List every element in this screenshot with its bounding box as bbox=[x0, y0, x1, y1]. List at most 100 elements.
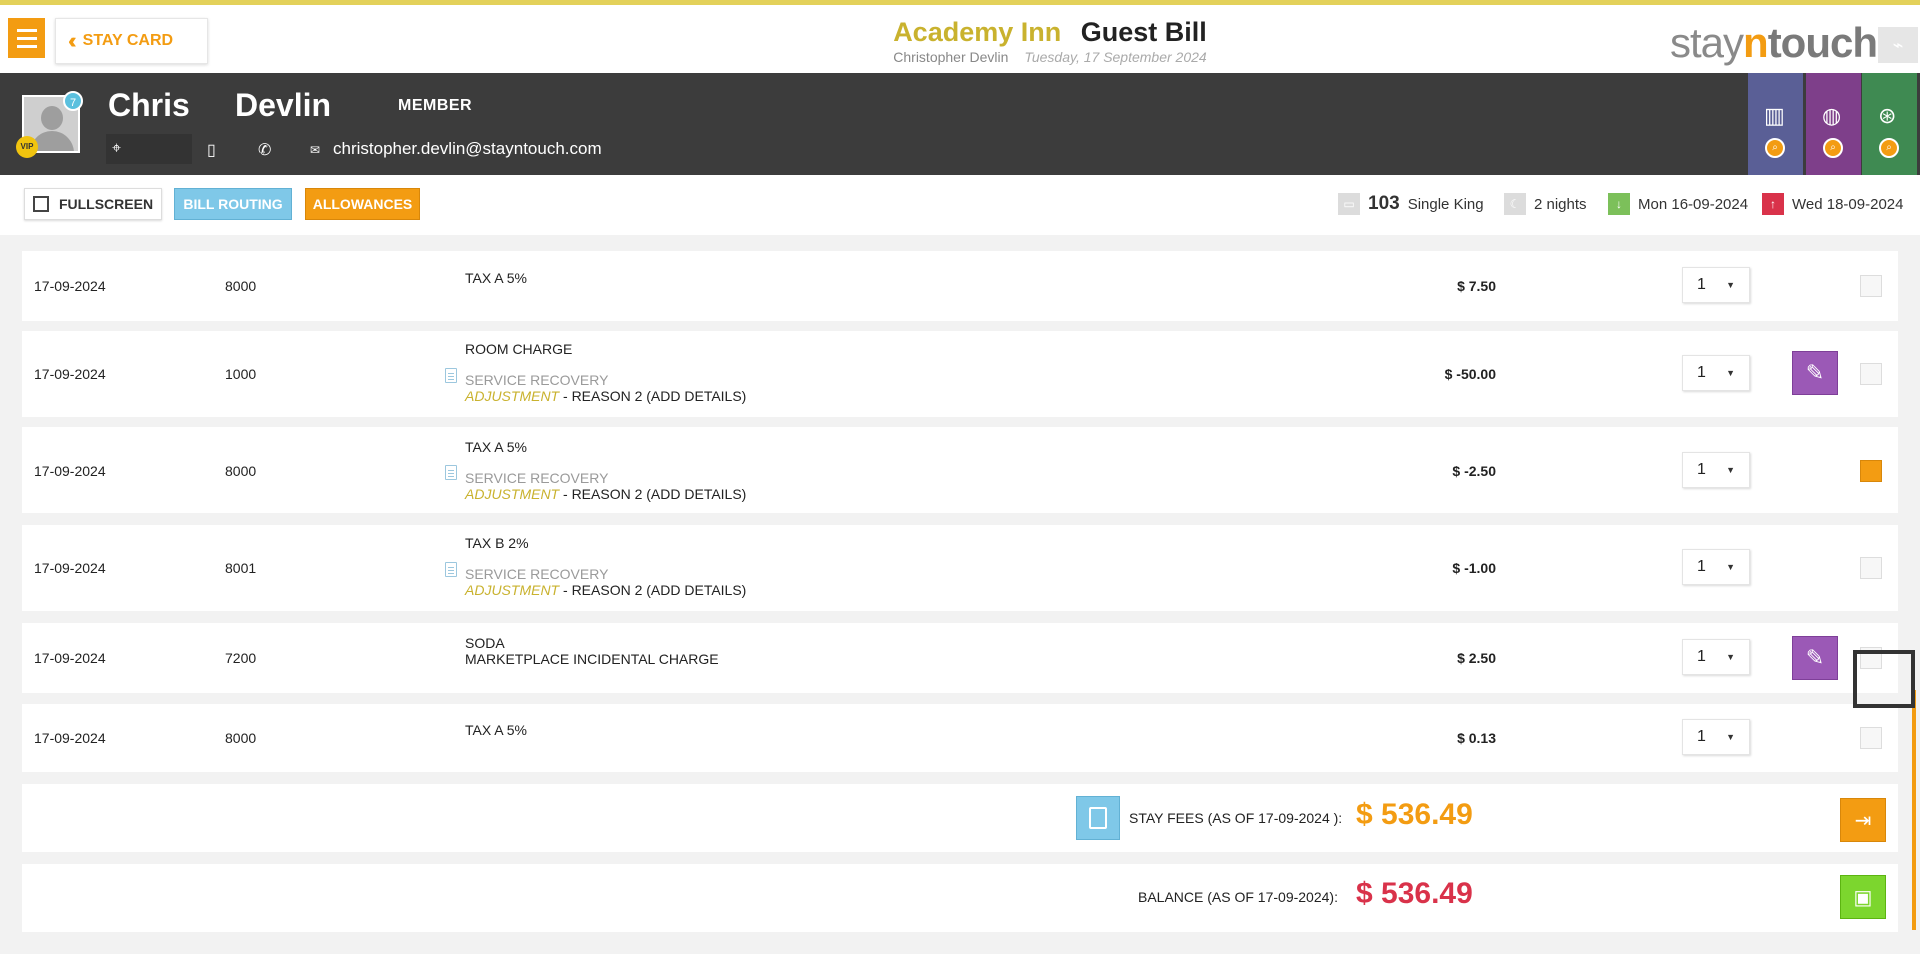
transaction-subdescription: MARKETPLACE INCIDENTAL CHARGE bbox=[465, 651, 719, 667]
caret-down-icon: ▼ bbox=[1726, 732, 1735, 742]
row-checkbox[interactable] bbox=[1860, 363, 1882, 385]
avatar-count-badge: 7 bbox=[63, 91, 83, 111]
adjustment-label: ADJUSTMENT bbox=[465, 486, 560, 502]
caret-down-icon: ▼ bbox=[1726, 562, 1735, 572]
edit-charge-button[interactable]: ✎ bbox=[1792, 636, 1838, 680]
transaction-date: 17-09-2024 bbox=[34, 730, 106, 746]
quantity-select[interactable]: 1 ▼ bbox=[1682, 355, 1750, 391]
mobile-phone-icon[interactable]: ▯ bbox=[207, 140, 216, 160]
tab-company[interactable]: ▥ ⌕ bbox=[1748, 73, 1803, 175]
bill-routing-button[interactable]: BILL ROUTING bbox=[174, 188, 292, 220]
charge-code: 8000 bbox=[225, 463, 257, 479]
guest-first-name[interactable]: Chris bbox=[108, 87, 190, 124]
receipt-icon[interactable] bbox=[1076, 796, 1120, 840]
transaction-description: TAX A 5% bbox=[465, 270, 527, 286]
stay-card-back-button[interactable]: ‹‹ STAY CARD bbox=[55, 18, 208, 64]
row-checkbox[interactable] bbox=[1860, 460, 1882, 482]
departure-info: ↑ Wed 18-09-2024 bbox=[1762, 193, 1903, 215]
caret-down-icon: ▼ bbox=[1726, 652, 1735, 662]
adjustment-label: ADJUSTMENT bbox=[465, 388, 560, 404]
document-icon bbox=[445, 368, 457, 383]
table-row[interactable]: 17-09-2024 8000 TAX A 5% $ 7.50 1 ▼ bbox=[22, 251, 1898, 321]
menu-button[interactable] bbox=[8, 18, 45, 58]
service-recovery-label: SERVICE RECOVERY bbox=[465, 566, 609, 582]
transaction-amount: $ -2.50 bbox=[1452, 463, 1496, 479]
charge-code: 8001 bbox=[225, 560, 257, 576]
row-checkbox[interactable] bbox=[1860, 275, 1882, 297]
scrollbar[interactable] bbox=[1912, 690, 1916, 930]
transaction-description: ROOM CHARGE bbox=[465, 341, 573, 357]
sign-in-icon: ⇥ bbox=[1854, 809, 1872, 832]
guest-email[interactable]: christopher.devlin@stayntouch.com bbox=[333, 139, 602, 159]
nights-info: ☾ 2 nights bbox=[1504, 193, 1587, 215]
page-title-block: Academy Inn Guest Bill Christopher Devli… bbox=[700, 17, 1400, 65]
stay-fees-value: $ 536.49 bbox=[1356, 798, 1473, 831]
quantity-select[interactable]: 1 ▼ bbox=[1682, 549, 1750, 585]
arrival-info: ↓ Mon 16-09-2024 bbox=[1608, 193, 1748, 215]
table-row[interactable]: 17-09-2024 7200 SODA MARKETPLACE INCIDEN… bbox=[22, 623, 1898, 693]
search-icon: ⌕ bbox=[1879, 138, 1899, 158]
arrival-date: Mon 16-09-2024 bbox=[1638, 195, 1749, 213]
fullscreen-button[interactable]: FULLSCREEN bbox=[24, 188, 162, 220]
adjustment-label: ADJUSTMENT bbox=[465, 582, 560, 598]
adjustment-reason: - REASON 2 (ADD DETAILS) bbox=[559, 582, 747, 598]
tab-travel-agent[interactable]: ◍ ⌕ bbox=[1806, 73, 1861, 175]
transaction-amount: $ -50.00 bbox=[1444, 366, 1496, 382]
tab-group[interactable]: ⊛ ⌕ bbox=[1862, 73, 1917, 175]
table-row[interactable]: 17-09-2024 8000 TAX A 5% SERVICE RECOVER… bbox=[22, 427, 1898, 513]
payment-button[interactable]: ▣ bbox=[1840, 875, 1886, 919]
quantity-select[interactable]: 1 ▼ bbox=[1682, 639, 1750, 675]
membership-label: MEMBER bbox=[398, 97, 473, 114]
charge-code: 1000 bbox=[225, 366, 257, 382]
quantity-select[interactable]: 1 ▼ bbox=[1682, 267, 1750, 303]
post-charge-button[interactable]: ⇥ bbox=[1840, 798, 1886, 842]
caret-down-icon: ▼ bbox=[1726, 368, 1735, 378]
document-icon bbox=[445, 465, 457, 480]
table-row[interactable]: 17-09-2024 8000 TAX A 5% $ 0.13 1 ▼ bbox=[22, 704, 1898, 772]
row-checkbox[interactable] bbox=[1860, 557, 1882, 579]
table-row[interactable]: 17-09-2024 8001 TAX B 2% SERVICE RECOVER… bbox=[22, 525, 1898, 611]
transaction-date: 17-09-2024 bbox=[34, 366, 106, 382]
double-chevron-left-icon: ‹‹ bbox=[68, 28, 76, 53]
group-icon: ⊛ bbox=[1878, 103, 1897, 128]
action-bar: FULLSCREEN BILL ROUTING ALLOWANCES ▭ 103… bbox=[0, 175, 1920, 235]
table-row[interactable]: 17-09-2024 1000 ROOM CHARGE SERVICE RECO… bbox=[22, 331, 1898, 417]
quantity-select[interactable]: 1 ▼ bbox=[1682, 452, 1750, 488]
arrival-arrow-icon: ↓ bbox=[1608, 193, 1630, 215]
nights-count: 2 nights bbox=[1534, 195, 1587, 213]
edit-charge-button[interactable]: ✎ bbox=[1792, 351, 1838, 395]
balance-value: $ 536.49 bbox=[1356, 877, 1473, 910]
email-icon: ✉ bbox=[310, 143, 321, 157]
room-number: 103 bbox=[1368, 193, 1400, 214]
phone-icon[interactable]: ✆ bbox=[258, 140, 271, 160]
transaction-description: TAX A 5% bbox=[465, 722, 527, 738]
quantity-select[interactable]: 1 ▼ bbox=[1682, 719, 1750, 755]
wallet-icon: ▣ bbox=[1853, 886, 1873, 909]
row-checkbox[interactable] bbox=[1860, 727, 1882, 749]
transaction-date: 17-09-2024 bbox=[34, 278, 106, 294]
location-field[interactable]: ⌖ bbox=[106, 134, 192, 164]
departure-arrow-icon: ↑ bbox=[1762, 193, 1784, 215]
guest-last-name[interactable]: Devlin bbox=[235, 87, 331, 124]
room-info: ▭ 103 Single King bbox=[1338, 193, 1484, 215]
guest-full-name: Christopher Devlin bbox=[893, 49, 1009, 65]
brand-logo: stayntouch bbox=[1670, 19, 1878, 66]
transaction-description: TAX A 5% bbox=[465, 439, 527, 455]
activity-pulse-icon[interactable]: ⌁ bbox=[1878, 27, 1918, 63]
adjustment-reason: - REASON 2 (ADD DETAILS) bbox=[559, 486, 747, 502]
search-icon: ⌕ bbox=[1765, 138, 1785, 158]
location-pin-icon: ⌖ bbox=[112, 140, 122, 157]
page-title: Guest Bill bbox=[1080, 17, 1207, 47]
transaction-date: 17-09-2024 bbox=[34, 560, 106, 576]
allowances-button[interactable]: ALLOWANCES bbox=[305, 188, 420, 220]
transaction-date: 17-09-2024 bbox=[34, 650, 106, 666]
transaction-amount: $ 7.50 bbox=[1457, 278, 1496, 294]
caret-down-icon: ▼ bbox=[1726, 280, 1735, 290]
pencil-icon: ✎ bbox=[1805, 360, 1825, 385]
transaction-description: SODA bbox=[465, 635, 505, 651]
balance-row: BALANCE (AS OF 17-09-2024): $ 536.49 ▣ bbox=[22, 864, 1898, 932]
charge-code: 8000 bbox=[225, 278, 257, 294]
document-icon bbox=[445, 562, 457, 577]
transaction-amount: $ -1.00 bbox=[1452, 560, 1496, 576]
transaction-amount: $ 2.50 bbox=[1457, 650, 1496, 666]
